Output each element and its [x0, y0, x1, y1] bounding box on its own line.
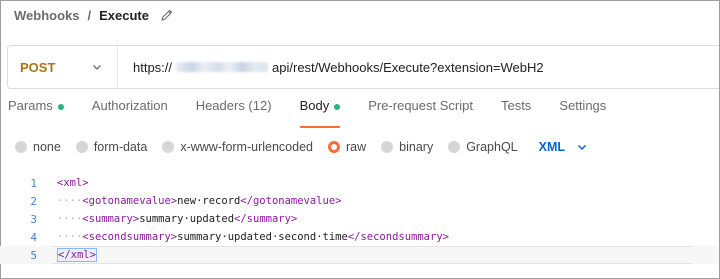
- line-content: ····<secondsummary>summary·updated·secon…: [57, 231, 449, 243]
- method-selector[interactable]: POST: [8, 46, 118, 88]
- breadcrumb-separator: /: [87, 7, 92, 23]
- tab-headers[interactable]: Headers (12): [196, 98, 272, 126]
- xml-open-tag: <summary>: [82, 213, 140, 225]
- radio-binary[interactable]: binary: [381, 140, 433, 154]
- chevron-down-icon: [576, 141, 588, 153]
- tab-tests[interactable]: Tests: [501, 98, 531, 126]
- request-name[interactable]: Execute: [99, 8, 149, 23]
- radio-icon: [448, 141, 461, 153]
- tab-label: Headers (12): [195, 98, 272, 113]
- tab-pre-request-script[interactable]: Pre-request Script: [368, 98, 473, 126]
- code-line-current: 5 </xml>: [0, 246, 718, 264]
- radio-label: GraphQL: [466, 140, 518, 154]
- xml-close-tag: </summary>: [234, 213, 298, 225]
- xml-close-tag: </secondsummary>: [347, 231, 449, 243]
- chevron-down-icon: [91, 61, 103, 73]
- language-label: XML: [538, 140, 566, 154]
- method-label: POST: [20, 59, 56, 75]
- code-line: 4 ····<secondsummary>summary·updated·sec…: [0, 228, 718, 246]
- breadcrumb: Webhooks / Execute: [14, 6, 174, 24]
- request-tabs: Params Authorization Headers (12) Body P…: [8, 98, 634, 128]
- line-number: 3: [30, 212, 37, 226]
- radio-graphql[interactable]: GraphQL: [448, 140, 518, 154]
- tab-authorization[interactable]: Authorization: [92, 98, 168, 126]
- body-mode-radios: none form-data x-www-form-urlencoded raw…: [15, 138, 588, 156]
- xml-text: summary·updated·second·time: [177, 231, 348, 243]
- radio-label: x-www-form-urlencoded: [180, 140, 313, 154]
- radio-x-www-form-urlencoded[interactable]: x-www-form-urlencoded: [162, 140, 313, 154]
- radio-label: none: [33, 140, 61, 154]
- line-content: ····<summary>summary·updated</summary>: [57, 213, 297, 225]
- tab-label: Body: [299, 98, 330, 113]
- radio-label: form-data: [93, 140, 148, 154]
- indent-whitespace: ····: [57, 231, 83, 243]
- radio-label: binary: [399, 140, 434, 154]
- line-number: 2: [30, 194, 37, 208]
- indent-whitespace: ····: [57, 195, 83, 207]
- line-number: 1: [30, 176, 37, 190]
- xml-text: new·record: [177, 195, 241, 207]
- tab-settings[interactable]: Settings: [559, 98, 606, 126]
- tab-label: Params: [8, 98, 53, 113]
- code-line: 3 ····<summary>summary·updated</summary>: [0, 210, 718, 228]
- radio-raw[interactable]: raw: [328, 140, 366, 154]
- xml-text: summary·updated: [139, 213, 235, 225]
- indent-whitespace: ····: [57, 213, 83, 225]
- tab-label: Tests: [500, 98, 532, 113]
- xml-close-tag: </xml>: [57, 248, 97, 262]
- radio-icon: [15, 141, 27, 153]
- line-content: ····<gotonamevalue>new·record</gotonamev…: [57, 195, 342, 207]
- redacted-host: [176, 62, 269, 72]
- radio-none[interactable]: none: [15, 140, 61, 154]
- xml-close-tag: </gotonamevalue>: [240, 195, 342, 207]
- code-line: 2 ····<gotonamevalue>new·record</gotonam…: [0, 192, 718, 210]
- code-editor[interactable]: 1 <xml> 2 ····<gotonamevalue>new·record<…: [0, 174, 718, 264]
- tab-label: Pre-request Script: [368, 98, 473, 113]
- breadcrumb-parent[interactable]: Webhooks: [14, 8, 80, 23]
- tab-body[interactable]: Body: [299, 98, 341, 128]
- language-dropdown[interactable]: XML: [539, 140, 588, 154]
- line-content: <xml>: [57, 177, 89, 189]
- xml-open-tag: <secondsummary>: [82, 231, 178, 243]
- url-prefix: https://: [133, 59, 173, 75]
- url-path: api/rest/Webhooks/Execute?extension=WebH…: [272, 59, 544, 75]
- status-dot-icon: [334, 104, 341, 110]
- radio-icon: [381, 141, 394, 153]
- tab-params[interactable]: Params: [8, 98, 64, 126]
- line-number: 5: [30, 248, 37, 262]
- pencil-icon[interactable]: [160, 8, 174, 22]
- radio-icon: [162, 141, 175, 153]
- code-line: 1 <xml>: [0, 174, 718, 192]
- radio-icon: [75, 141, 88, 153]
- line-number: 4: [30, 230, 37, 244]
- xml-open-tag: <xml>: [57, 177, 89, 189]
- request-url-bar: POST https:// api/rest/Webhooks/Execute?…: [7, 45, 719, 89]
- status-dot-icon: [57, 104, 64, 110]
- tab-label: Authorization: [91, 98, 168, 113]
- radio-selected-icon: [328, 141, 340, 153]
- radio-label: raw: [346, 140, 367, 154]
- radio-form-data[interactable]: form-data: [75, 140, 148, 154]
- url-input[interactable]: https:// api/rest/Webhooks/Execute?exten…: [118, 60, 544, 75]
- tab-label: Settings: [559, 98, 607, 113]
- line-content: </xml>: [57, 248, 97, 262]
- xml-open-tag: <gotonamevalue>: [82, 195, 178, 207]
